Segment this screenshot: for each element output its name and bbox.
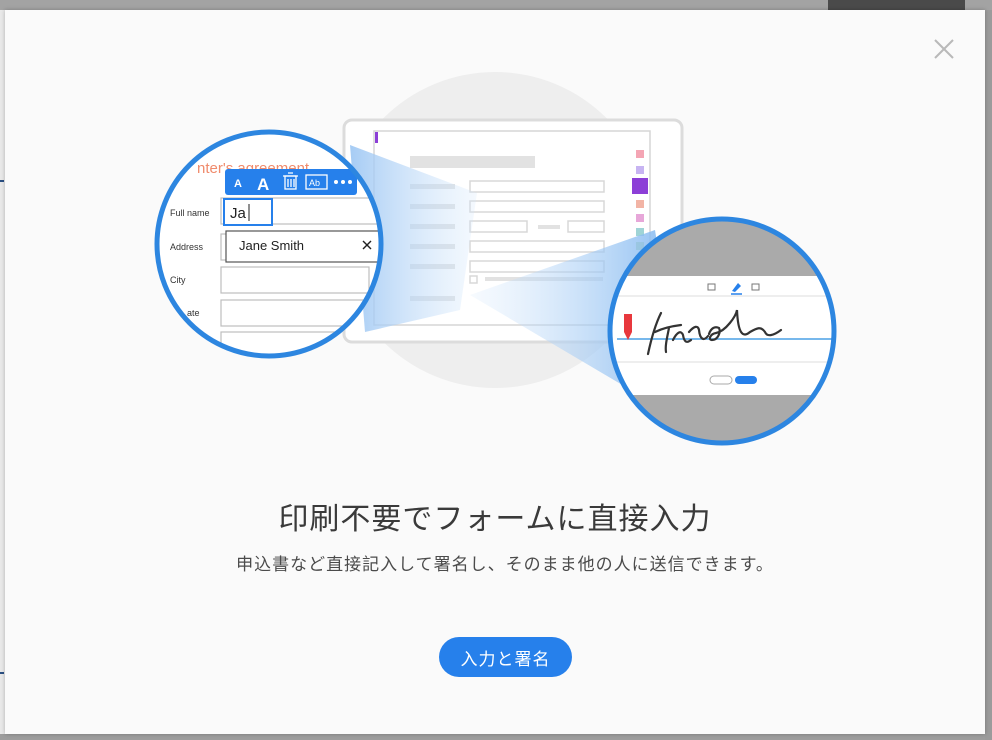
full-name-label: Full name xyxy=(170,208,210,218)
trash-icon xyxy=(283,172,298,190)
city-label: City xyxy=(170,275,186,285)
cancel-pill xyxy=(709,375,733,385)
form-magnifier: nter's agreement Full name Address City … xyxy=(154,129,384,359)
state-label: ate xyxy=(187,308,200,318)
fill-and-sign-illustration: nter's agreement Full name Address City … xyxy=(154,72,837,446)
font-size-large-icon: A xyxy=(257,175,269,194)
svg-text:Ab: Ab xyxy=(309,178,320,188)
dialog-description: 申込書など直接記入して署名し、そのまま他の人に送信できます。 xyxy=(236,555,774,575)
background-bottom-bar xyxy=(0,734,992,740)
autocomplete-suggestion: Jane Smith xyxy=(239,238,304,253)
background-marker xyxy=(0,180,4,182)
dialog-headline: 印刷不要でフォームに直接入力 xyxy=(278,502,712,537)
full-name-value: Ja xyxy=(230,205,247,222)
background-right-strip xyxy=(985,10,992,740)
document-title-bar xyxy=(410,156,535,168)
background-dark-panel xyxy=(828,0,965,10)
address-label: Address xyxy=(170,242,204,252)
document-marker xyxy=(375,132,378,143)
font-size-small-icon: A xyxy=(234,178,242,190)
more-icon xyxy=(334,180,352,184)
signature-magnifier xyxy=(607,216,837,446)
apply-pill xyxy=(735,376,757,384)
background-marker xyxy=(0,672,4,674)
fill-and-sign-button[interactable]: 入力と署名 xyxy=(439,637,572,677)
fill-and-sign-dialog: nter's agreement Full name Address City … xyxy=(5,10,985,734)
